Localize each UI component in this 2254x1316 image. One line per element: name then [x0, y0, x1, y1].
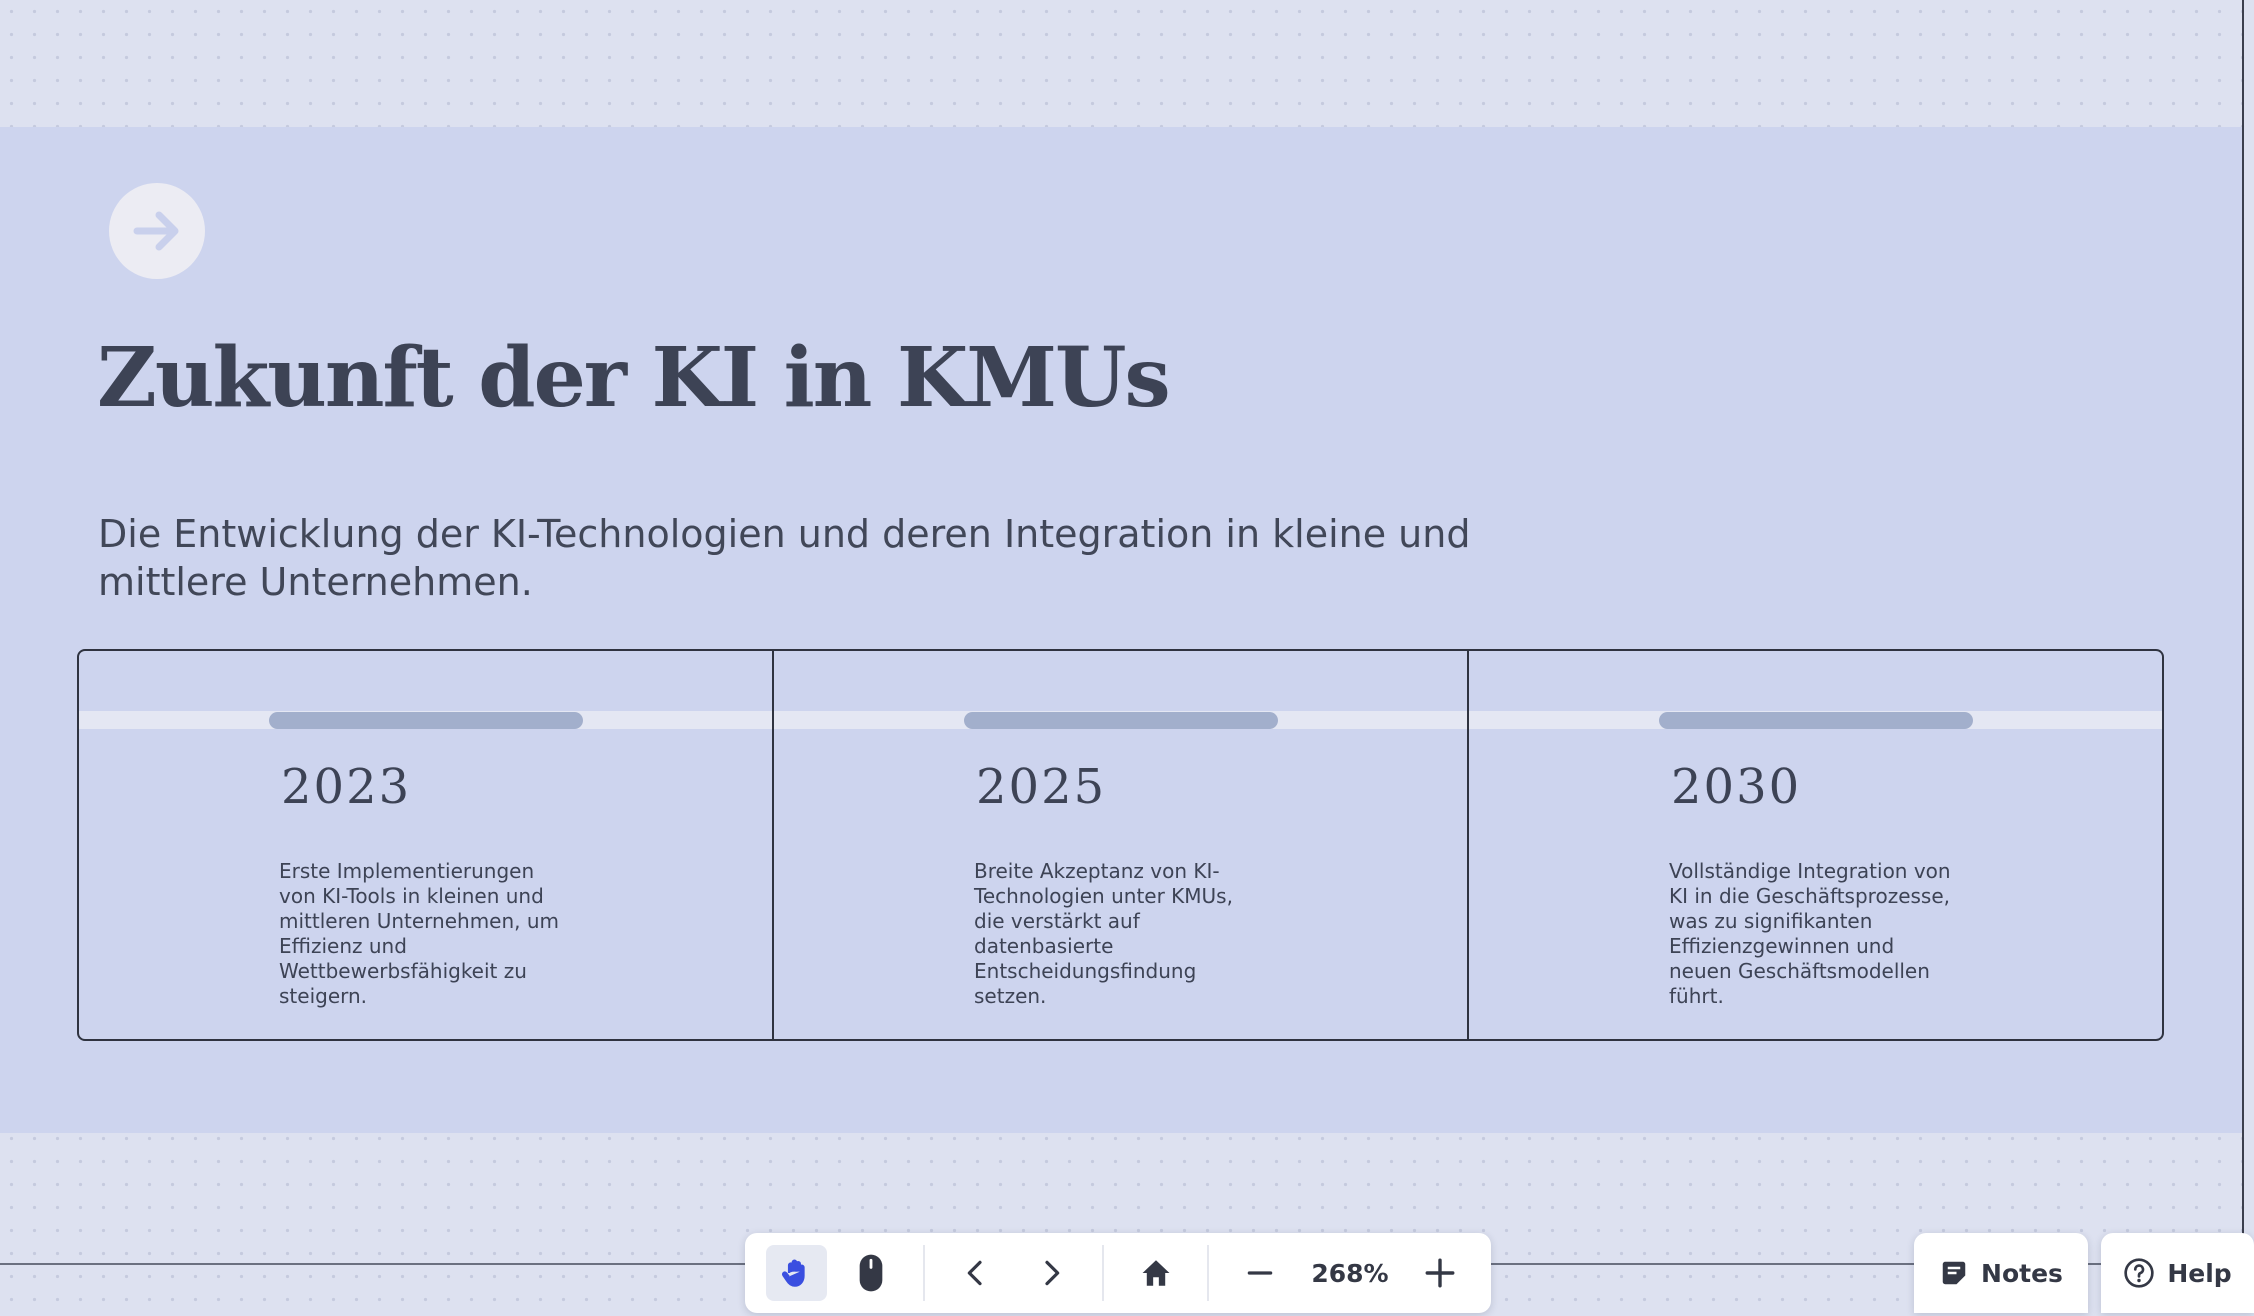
chevron-right-icon — [1045, 1260, 1060, 1286]
next-arrow-button[interactable] — [109, 183, 205, 279]
presentation-toolbar: 268% — [745, 1233, 1491, 1313]
help-label: Help — [2167, 1258, 2232, 1288]
slide-subtitle: Die Entwicklung der KI-Technologien und … — [98, 512, 1471, 604]
timeline-description: Erste Implementierungen von KI-Tools in … — [279, 859, 560, 1008]
plus-icon — [1425, 1258, 1455, 1288]
zoom-level[interactable]: 268% — [1298, 1259, 1403, 1288]
help-icon — [2124, 1258, 2154, 1288]
arrow-right-icon — [133, 211, 179, 251]
home-icon — [1142, 1260, 1169, 1286]
toolbar-separator — [922, 1245, 925, 1301]
home-button[interactable] — [1125, 1245, 1186, 1301]
notes-label: Notes — [1981, 1258, 2063, 1288]
timeline-bar — [269, 712, 583, 729]
canvas-edge-right — [2242, 0, 2244, 1266]
timeline-description: Breite Akzeptanz von KI-Technologien unt… — [974, 859, 1233, 1008]
timeline-bar — [964, 712, 1278, 729]
timeline-card-2025: 2025 Breite Akzeptanz von KI-Technologie… — [772, 651, 1467, 1039]
minus-icon — [1247, 1271, 1273, 1275]
zoom-out-button[interactable] — [1230, 1245, 1291, 1301]
timeline-year: 2025 — [976, 759, 1107, 815]
toolbar-separator — [1206, 1245, 1209, 1301]
mouse-icon — [859, 1254, 883, 1292]
previous-slide-button[interactable] — [946, 1245, 1007, 1301]
chevron-left-icon — [967, 1260, 982, 1286]
toolbar-separator — [1102, 1245, 1105, 1301]
notes-icon — [1942, 1261, 1966, 1285]
timeline-card-2023: 2023 Erste Implementierungen von KI-Tool… — [79, 651, 772, 1039]
timeline-year: 2030 — [1671, 759, 1802, 815]
hand-icon — [782, 1259, 806, 1287]
timeline: 2023 Erste Implementierungen von KI-Tool… — [77, 649, 2164, 1041]
help-button[interactable]: Help — [2101, 1233, 2254, 1313]
timeline-bar — [1659, 712, 1973, 729]
slide-title: Zukunft der KI in KMUs — [97, 330, 1171, 426]
timeline-card-2030: 2030 Vollständige Integration von KI in … — [1467, 651, 2162, 1039]
notes-button[interactable]: Notes — [1914, 1233, 2088, 1313]
pointer-tool-button[interactable] — [841, 1245, 902, 1301]
hand-tool-button[interactable] — [766, 1245, 827, 1301]
zoom-in-button[interactable] — [1409, 1245, 1470, 1301]
timeline-year: 2023 — [281, 759, 412, 815]
next-slide-button[interactable] — [1020, 1245, 1081, 1301]
timeline-description: Vollständige Integration von KI in die G… — [1669, 859, 1951, 1008]
